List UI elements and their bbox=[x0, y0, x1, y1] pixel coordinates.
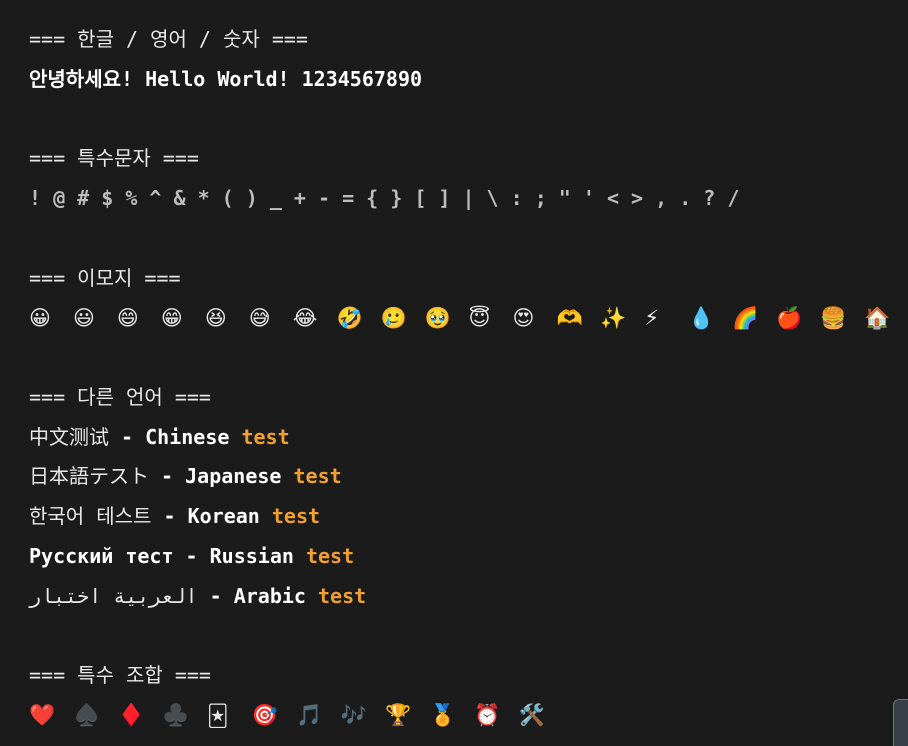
native-text: 한국어 테스트 bbox=[29, 504, 152, 528]
music-notes-icon: 🎶 bbox=[340, 703, 367, 728]
test-word: test bbox=[271, 504, 321, 528]
heart-icon: ❤️ bbox=[29, 703, 56, 728]
tools-icon: 🛠️ bbox=[518, 703, 545, 728]
separator: - bbox=[151, 504, 188, 528]
emoji-item: 🌈 bbox=[732, 305, 759, 330]
emoji-item: 😅 bbox=[248, 306, 271, 331]
spade-icon: ♠️ bbox=[73, 703, 100, 728]
special-characters-line: ! @ # $ % ^ & * ( ) _ + - = { } [ ] | \ … bbox=[29, 186, 740, 210]
native-text: Русский тест bbox=[29, 543, 174, 568]
emoji-item: 😂 bbox=[292, 306, 318, 331]
emoji-item: 💧 bbox=[688, 305, 715, 330]
emoji-item: 🍔 bbox=[820, 305, 847, 330]
target-icon: 🎯 bbox=[251, 703, 278, 728]
emoji-item: 🥲 bbox=[380, 305, 407, 330]
emoji-item: 🫶 bbox=[556, 305, 583, 330]
emoji-item: 😀 bbox=[29, 306, 51, 331]
language-row-chinese: 中文测试 - Chinese test bbox=[29, 418, 908, 458]
test-word: test bbox=[318, 583, 367, 608]
language-name: Russian bbox=[209, 543, 294, 568]
music-note-icon: 🎵 bbox=[296, 703, 323, 728]
native-text: العربية اختبار bbox=[29, 583, 198, 608]
emoji-item: 😆 bbox=[204, 306, 227, 331]
native-text: 日本語テスト bbox=[29, 464, 149, 489]
emoji-item: 🥹 bbox=[424, 305, 451, 330]
test-word: test bbox=[293, 464, 342, 489]
emoji-item: ⚡ bbox=[644, 306, 660, 331]
combo-emoji-row: ❤️ ♠️ ♦️ ♣️ 🃏 🎯 🎵 🎶 🏆 🏅 ⏰ 🛠️ bbox=[29, 696, 908, 736]
language-row-korean: 한국어 테스트 - Korean test bbox=[29, 497, 908, 537]
alarm-clock-icon: ⏰ bbox=[474, 703, 501, 728]
emoji-item: 😍 bbox=[512, 306, 535, 331]
language-row-japanese: 日本語テスト - Japanese test bbox=[29, 457, 908, 497]
joker-card-icon: 🃏 bbox=[207, 703, 229, 728]
section-header-mixed: === 한글 / 영어 / 숫자 === bbox=[29, 27, 308, 51]
emoji-item: 😄 bbox=[116, 306, 139, 331]
emoji-item: 😃 bbox=[72, 306, 95, 331]
language-row-arabic: العربية اختبار - Arabic test bbox=[29, 577, 908, 617]
emoji-row: 😀 😃 😄 😁 😆 😅 😂 🤣 🥲 🥹 😇 😍 🫶 ✨ ⚡ 💧 🌈 🍎 🍔 🏠 bbox=[29, 298, 908, 338]
medal-icon: 🏅 bbox=[429, 703, 456, 728]
text-viewer: === 한글 / 영어 / 숫자 === 안녕하세요! Hello World!… bbox=[0, 0, 908, 746]
mixed-text-line: 안녕하세요! Hello World! 1234567890 bbox=[29, 66, 423, 91]
language-name: Chinese bbox=[145, 424, 230, 449]
emoji-item: ✨ bbox=[600, 305, 627, 330]
section-header-languages: === 다른 언어 === bbox=[29, 384, 211, 409]
separator: - bbox=[109, 424, 146, 449]
section-header-emoji: === 이모지 === bbox=[29, 265, 181, 290]
language-row-russian: Русский тест - Russian test bbox=[29, 537, 908, 577]
section-header-combo: === 특수 조합 === bbox=[29, 663, 211, 687]
emoji-item: 😁 bbox=[160, 306, 183, 331]
separator: - bbox=[149, 464, 186, 489]
language-name: Korean bbox=[187, 504, 260, 528]
native-text: 中文测试 bbox=[29, 424, 109, 449]
test-word: test bbox=[241, 424, 290, 449]
separator: - bbox=[197, 583, 234, 608]
emoji-item: 😇 bbox=[468, 306, 491, 331]
text-content: === 한글 / 영어 / 숫자 === 안녕하세요! Hello World!… bbox=[29, 20, 908, 736]
language-name: Arabic bbox=[233, 583, 306, 608]
emoji-item: 🤣 bbox=[336, 305, 363, 330]
separator: - bbox=[173, 543, 210, 568]
test-word: test bbox=[305, 543, 355, 568]
emoji-item: 🏠 bbox=[864, 305, 891, 330]
diamond-icon: ♦️ bbox=[118, 703, 145, 728]
emoji-item: 🍎 bbox=[776, 305, 803, 330]
section-header-special: === 특수문자 === bbox=[29, 146, 199, 171]
club-icon: ♣️ bbox=[162, 703, 189, 728]
trophy-icon: 🏆 bbox=[385, 703, 412, 728]
language-name: Japanese bbox=[185, 464, 282, 489]
scrollbar-thumb[interactable] bbox=[893, 699, 908, 746]
